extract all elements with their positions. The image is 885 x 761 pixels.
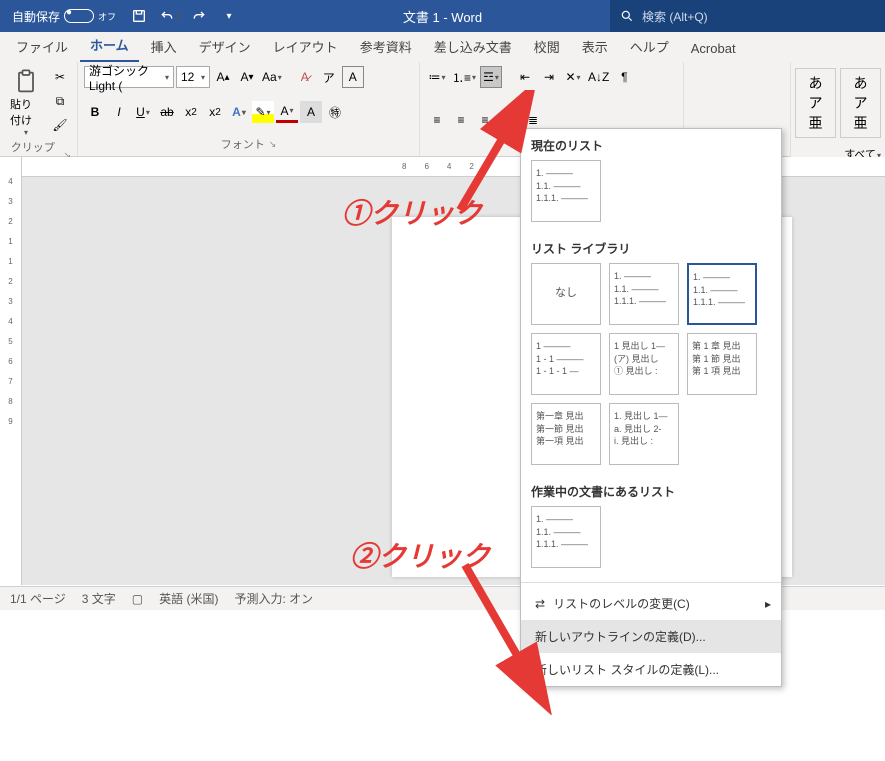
status-page[interactable]: 1/1 ページ bbox=[10, 590, 66, 607]
list-tile-lib-7[interactable]: 1. 見出し 1―a. 見出し 2-i. 見出し : bbox=[609, 403, 679, 465]
increase-indent-button[interactable]: ⇥ bbox=[538, 66, 560, 88]
character-shading-button[interactable]: A bbox=[300, 101, 322, 123]
document-title: 文書 1 - Word bbox=[403, 7, 482, 26]
list-tile-lib-4[interactable]: 1 見出し 1―(ア) 見出し① 見出し : bbox=[609, 333, 679, 395]
font-size-combo[interactable]: 12▾ bbox=[176, 66, 210, 88]
copy-button[interactable]: ⧉ bbox=[49, 90, 71, 112]
decrease-indent-button[interactable]: ⇤ bbox=[514, 66, 536, 88]
change-level-icon: ⇄ bbox=[535, 597, 545, 611]
superscript-button[interactable]: x2 bbox=[204, 101, 226, 123]
list-tile-lib-3[interactable]: 1 ―――1 - 1 ―――1 - 1 - 1 ― bbox=[531, 333, 601, 395]
save-icon[interactable] bbox=[126, 3, 152, 29]
menu-bar: ファイル ホーム 挿入 デザイン レイアウト 参考資料 差し込み文書 校閲 表示… bbox=[0, 32, 885, 62]
search-icon bbox=[620, 9, 634, 23]
tab-review[interactable]: 校閲 bbox=[524, 31, 570, 62]
tab-home[interactable]: ホーム bbox=[80, 29, 139, 62]
tab-acrobat[interactable]: Acrobat bbox=[681, 35, 746, 62]
align-right-button[interactable]: ≡ bbox=[474, 109, 496, 131]
status-proofing-icon[interactable]: ▢ bbox=[132, 592, 143, 606]
list-tile-lib-5[interactable]: 第 1 章 見出第 1 節 見出第 1 項 見出 bbox=[687, 333, 757, 395]
show-marks-button[interactable]: ¶ bbox=[613, 66, 635, 88]
font-color-button[interactable]: A▾ bbox=[276, 101, 298, 123]
multilevel-list-dropdown: 現在のリスト 1. ――― 1.1. ――― 1.1.1. ――― リスト ライ… bbox=[520, 128, 782, 687]
tab-help[interactable]: ヘルプ bbox=[620, 31, 679, 62]
font-name-combo[interactable]: 游ゴシック Light (▾ bbox=[84, 66, 174, 88]
list-tile-current-0[interactable]: 1. ――― 1.1. ――― 1.1.1. ――― bbox=[531, 160, 601, 222]
tab-layout[interactable]: レイアウト bbox=[263, 31, 348, 62]
title-bar: 自動保存 オフ ▾ ▾ 文書 1 - Word 検索 (Alt+Q) bbox=[0, 0, 885, 32]
paste-button[interactable]: 貼り付け ▾ bbox=[6, 66, 45, 139]
clear-formatting-button[interactable]: A̷ bbox=[294, 66, 316, 88]
toggle-off-icon bbox=[64, 9, 94, 23]
asian-layout-button[interactable]: ✕▾ bbox=[562, 66, 584, 88]
tab-insert[interactable]: 挿入 bbox=[141, 31, 187, 62]
text-effects-button[interactable]: A▾ bbox=[228, 101, 250, 123]
grow-font-button[interactable]: A▴ bbox=[212, 66, 234, 88]
list-tile-lib-6[interactable]: 第一章 見出第一節 見出第一項 見出 bbox=[531, 403, 601, 465]
sort-button[interactable]: A↓Z bbox=[586, 66, 611, 88]
qat-customize-icon[interactable]: ▾ bbox=[216, 3, 242, 29]
highlight-button[interactable]: ✎▾ bbox=[252, 101, 274, 123]
change-case-button[interactable]: Aa▾ bbox=[260, 66, 284, 88]
numbering-button[interactable]: ⒈≡▾ bbox=[450, 66, 478, 88]
paste-label: 貼り付け bbox=[10, 96, 41, 128]
shrink-font-button[interactable]: A▾ bbox=[236, 66, 258, 88]
italic-button[interactable]: I bbox=[108, 101, 130, 123]
align-center-button[interactable]: ≡ bbox=[450, 109, 472, 131]
tab-view[interactable]: 表示 bbox=[572, 31, 618, 62]
style-tile-nospace[interactable]: あア亜 bbox=[840, 68, 881, 138]
undo-button[interactable]: ▾ bbox=[156, 3, 182, 29]
list-tile-lib-2[interactable]: 1. ―――1.1. ―――1.1.1. ――― bbox=[687, 263, 757, 325]
bullets-button[interactable]: ≔▾ bbox=[426, 66, 448, 88]
phonetic-guide-button[interactable]: ア bbox=[318, 66, 340, 88]
font-launcher-icon[interactable]: ↘ bbox=[269, 139, 277, 150]
status-words[interactable]: 3 文字 bbox=[82, 590, 116, 607]
list-tile-lib-1[interactable]: 1. ―――1.1. ―――1.1.1. ――― bbox=[609, 263, 679, 325]
tab-design[interactable]: デザイン bbox=[189, 31, 261, 62]
chevron-right-icon: ▸ bbox=[765, 597, 771, 611]
font-group-label: フォント bbox=[221, 136, 265, 152]
underline-button[interactable]: U▾ bbox=[132, 101, 154, 123]
redo-button[interactable] bbox=[186, 3, 212, 29]
list-tile-none[interactable]: なし bbox=[531, 263, 601, 325]
dd-section-current: 現在のリスト bbox=[521, 129, 781, 160]
list-tile-indoc-0[interactable]: 1. ―――1.1. ―――1.1.1. ――― bbox=[531, 506, 601, 568]
style-tile-normal[interactable]: あア亜 bbox=[795, 68, 836, 138]
status-ime[interactable]: 予測入力: オン bbox=[234, 590, 313, 607]
menu-define-new-list-style[interactable]: 新しいリスト スタイルの定義(L)... bbox=[521, 653, 781, 686]
autosave-state: オフ bbox=[98, 10, 116, 23]
justify-button[interactable]: ≡ bbox=[498, 109, 520, 131]
character-border-button[interactable]: A bbox=[342, 66, 364, 88]
styles-panel: あア亜 あア亜 すべて▾ ↓ 行間詰め bbox=[790, 62, 885, 157]
dd-section-indoc: 作業中の文書にあるリスト bbox=[521, 475, 781, 506]
tab-file[interactable]: ファイル bbox=[6, 31, 78, 62]
format-painter-button[interactable]: 🖌 bbox=[49, 114, 71, 136]
status-language[interactable]: 英語 (米国) bbox=[159, 590, 218, 607]
strikethrough-button[interactable]: ab bbox=[156, 101, 178, 123]
cut-button[interactable]: ✂ bbox=[49, 66, 71, 88]
dd-section-library: リスト ライブラリ bbox=[521, 232, 781, 263]
subscript-button[interactable]: x2 bbox=[180, 101, 202, 123]
align-left-button[interactable]: ≡ bbox=[426, 109, 448, 131]
vertical-ruler: 4321123456789 bbox=[0, 157, 22, 585]
autosave-label: 自動保存 bbox=[12, 8, 60, 25]
menu-define-new-outline[interactable]: 新しいアウトラインの定義(D)... bbox=[521, 620, 781, 653]
multilevel-list-button[interactable]: ☲▾ bbox=[480, 66, 502, 88]
tab-references[interactable]: 参考資料 bbox=[350, 31, 422, 62]
autosave-toggle[interactable]: 自動保存 オフ bbox=[6, 6, 122, 27]
menu-change-list-level[interactable]: ⇄ リストのレベルの変更(C) ▸ bbox=[521, 587, 781, 620]
search-placeholder: 検索 (Alt+Q) bbox=[642, 8, 708, 25]
search-box[interactable]: 検索 (Alt+Q) bbox=[610, 0, 885, 32]
bold-button[interactable]: B bbox=[84, 101, 106, 123]
tab-mailings[interactable]: 差し込み文書 bbox=[424, 31, 522, 62]
enclose-characters-button[interactable]: ㊕ bbox=[324, 101, 346, 123]
